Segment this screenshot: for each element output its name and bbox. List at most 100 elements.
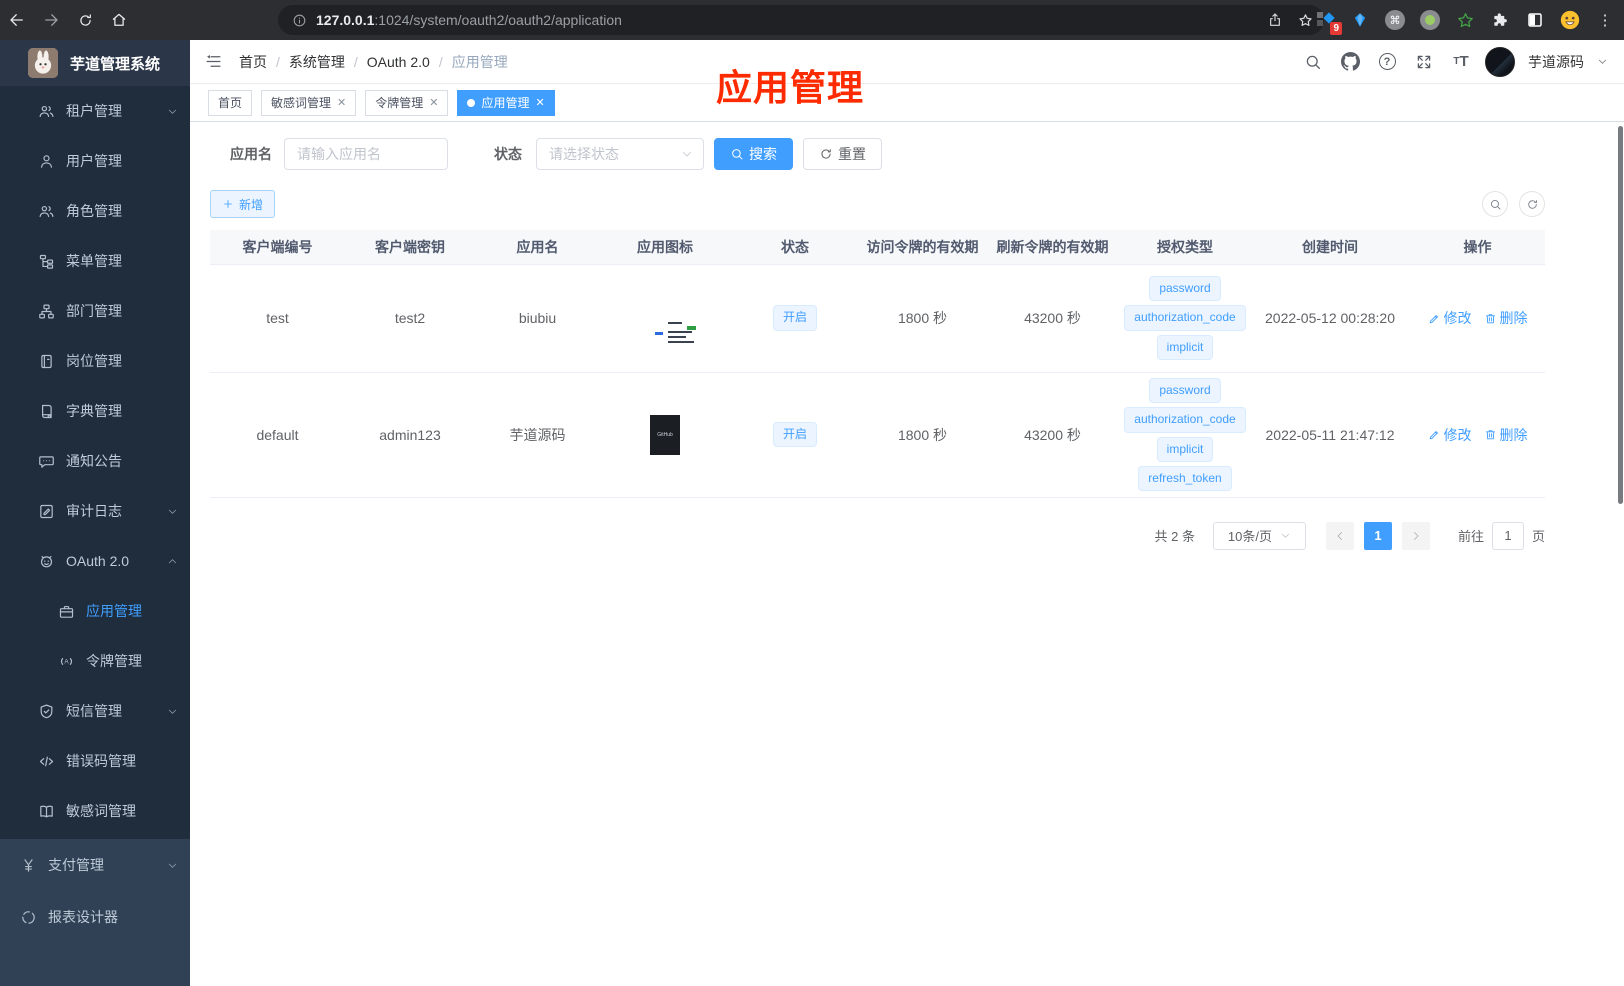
sidebar-item-dict[interactable]: 字典管理 — [0, 386, 190, 436]
sidebar-item-errcode[interactable]: 错误码管理 — [0, 736, 190, 786]
search-form: 应用名 状态 请选择状态 搜索 重置 — [210, 138, 1604, 170]
address-bar[interactable]: 127.0.0.1:1024/system/oauth2/oauth2/appl… — [278, 5, 1324, 35]
sidebar-item-role[interactable]: 角色管理 — [0, 186, 190, 236]
close-icon[interactable]: ✕ — [337, 96, 346, 109]
gem-extension-icon[interactable] — [1349, 9, 1371, 31]
cell-created-at: 2022-05-11 21:47:12 — [1250, 372, 1410, 498]
tab-token[interactable]: 令牌管理 ✕ — [365, 89, 449, 116]
page-scrollbar[interactable] — [1618, 126, 1623, 504]
cell-client-secret: test2 — [345, 264, 475, 373]
sidebar-item-post[interactable]: 岗位管理 — [0, 336, 190, 386]
prev-page-button[interactable] — [1325, 521, 1354, 550]
table-toolbar: 新增 — [210, 190, 1545, 218]
app-title: 芋道管理系统 — [70, 55, 161, 73]
sidebar-item-sms[interactable]: 短信管理 — [0, 686, 190, 736]
close-icon[interactable]: ✕ — [429, 96, 438, 109]
tab-application-active[interactable]: 应用管理 ✕ — [457, 89, 555, 116]
delete-link[interactable]: 删除 — [1484, 425, 1528, 445]
sidebar-submenu-group: 租户管理 用户管理 角色管理 菜单管理 部门管理 岗位管理 字典管理 通知公告 … — [0, 86, 190, 839]
search-icon[interactable] — [1300, 49, 1326, 75]
tab-sensitive-word[interactable]: 敏感词管理 ✕ — [261, 89, 357, 116]
sidebar-item-sensitive-word[interactable]: 敏感词管理 — [0, 786, 190, 836]
home-icon[interactable] — [102, 0, 136, 40]
applications-table: 客户端编号 客户端密钥 应用名 应用图标 状态 访问令牌的有效期 刷新令牌的有效… — [210, 230, 1545, 498]
star-extension-icon[interactable] — [1454, 9, 1476, 31]
menu-dots-icon[interactable]: ⋮ — [1594, 9, 1616, 31]
sidebar-item-report-designer[interactable]: 报表设计器 — [0, 891, 190, 943]
dark-mode-extension-icon[interactable] — [1524, 9, 1546, 31]
reset-button[interactable]: 重置 — [803, 138, 882, 170]
users-icon — [38, 103, 55, 120]
close-icon[interactable]: ✕ — [536, 96, 545, 109]
back-icon[interactable] — [0, 0, 34, 40]
edit-link[interactable]: 修改 — [1428, 308, 1472, 328]
org-chart-icon — [38, 303, 55, 320]
url-host: 127.0.0.1 — [316, 12, 375, 28]
reset-button-label: 重置 — [838, 146, 866, 162]
info-icon[interactable] — [292, 13, 307, 28]
sidebar-item-oauth2-application[interactable]: 应用管理 — [0, 586, 190, 636]
profile-smiley-icon[interactable] — [1559, 9, 1581, 31]
sidebar-item-dept[interactable]: 部门管理 — [0, 286, 190, 336]
sidebar-item-label: 敏感词管理 — [66, 803, 136, 819]
user-name[interactable]: 芋道源码 — [1528, 52, 1584, 72]
cell-app-name: 芋道源码 — [475, 372, 600, 498]
cell-client-secret: admin123 — [345, 372, 475, 498]
share-icon[interactable] — [1267, 12, 1283, 28]
chevron-down-icon — [167, 106, 178, 117]
grant-type-tag: authorization_code — [1124, 407, 1246, 433]
top-navbar: 首页 / 系统管理 / OAuth 2.0 / 应用管理 ? TT 芋道源码 — [190, 40, 1624, 84]
add-button[interactable]: 新增 — [210, 190, 276, 218]
breadcrumb-home[interactable]: 首页 — [239, 52, 267, 72]
bookmark-star-icon[interactable] — [1297, 12, 1314, 29]
next-page-button[interactable] — [1401, 521, 1430, 550]
cell-refresh-ttl: 43200 秒 — [985, 372, 1120, 498]
cell-grant-types: password authorization_code implicit — [1120, 264, 1250, 373]
tab-manager-extension-icon[interactable]: 9 — [1314, 9, 1342, 35]
edit-link[interactable]: 修改 — [1428, 425, 1472, 445]
reload-icon[interactable] — [68, 0, 102, 40]
search-button[interactable]: 搜索 — [714, 138, 793, 170]
tab-home[interactable]: 首页 — [208, 89, 253, 116]
hamburger-collapse-icon[interactable] — [204, 52, 223, 71]
extensions-puzzle-icon[interactable] — [1489, 9, 1511, 31]
chevron-down-icon — [1280, 530, 1291, 541]
sidebar-item-oauth2[interactable]: OAuth 2.0 — [0, 536, 190, 586]
show-search-toggle-button[interactable] — [1482, 191, 1508, 217]
recorder-extension-icon[interactable] — [1419, 9, 1441, 31]
status-select[interactable]: 请选择状态 — [536, 138, 704, 170]
sidebar-item-tenant[interactable]: 租户管理 — [0, 86, 190, 136]
refresh-button[interactable] — [1519, 191, 1545, 217]
grant-type-tag: password — [1149, 378, 1221, 404]
col-client-id: 客户端编号 — [210, 230, 345, 265]
sidebar-item-oauth2-token[interactable]: A 令牌管理 — [0, 636, 190, 686]
yen-icon — [20, 857, 37, 874]
github-icon[interactable] — [1337, 49, 1363, 75]
user-avatar[interactable] — [1485, 46, 1515, 77]
sidebar-item-audit-log[interactable]: 审计日志 — [0, 486, 190, 536]
col-access-ttl: 访问令牌的有效期 — [860, 230, 985, 265]
cell-refresh-ttl: 43200 秒 — [985, 264, 1120, 373]
fullscreen-icon[interactable] — [1411, 49, 1437, 75]
sidebar-item-menu[interactable]: 菜单管理 — [0, 236, 190, 286]
cell-access-ttl: 1800 秒 — [860, 372, 985, 498]
chevron-down-icon[interactable] — [1597, 56, 1608, 67]
delete-link[interactable]: 删除 — [1484, 308, 1528, 328]
sidebar-item-user[interactable]: 用户管理 — [0, 136, 190, 186]
breadcrumb-system[interactable]: 系统管理 — [289, 52, 345, 72]
cell-grant-types: password authorization_code implicit ref… — [1120, 372, 1250, 498]
goto-page-input[interactable] — [1491, 521, 1524, 550]
svg-text:A: A — [64, 658, 69, 665]
sidebar-item-payment[interactable]: 支付管理 — [0, 839, 190, 891]
font-size-icon[interactable]: TT — [1448, 49, 1474, 75]
help-icon[interactable]: ? — [1374, 49, 1400, 75]
page-size-select[interactable]: 10条/页 — [1212, 521, 1306, 550]
forward-icon[interactable] — [34, 0, 68, 40]
current-page[interactable]: 1 — [1363, 521, 1392, 550]
breadcrumb-oauth2[interactable]: OAuth 2.0 — [367, 54, 430, 70]
users-icon — [38, 203, 55, 220]
sidebar-item-notice[interactable]: 通知公告 — [0, 436, 190, 486]
app-name-input[interactable] — [284, 138, 448, 170]
grant-type-tag: implicit — [1156, 334, 1214, 360]
command-extension-icon[interactable]: ⌘ — [1384, 9, 1406, 31]
